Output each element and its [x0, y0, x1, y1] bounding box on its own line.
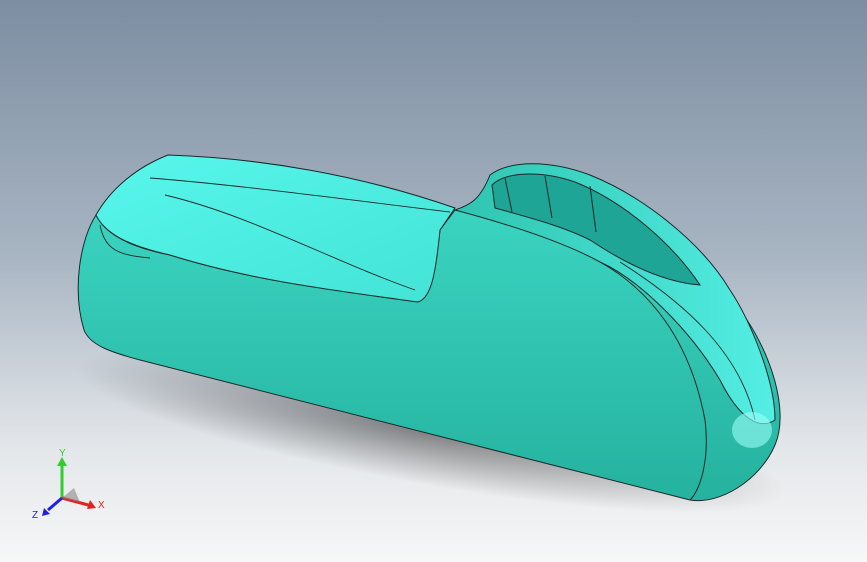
axis-triad: Y X Z [32, 448, 105, 521]
graphics-viewport[interactable]: Y X Z [0, 0, 867, 562]
z-axis-label: Z [32, 510, 38, 521]
y-axis-label: Y [59, 448, 66, 459]
z-axis-line [47, 496, 63, 512]
nose-highlight [732, 412, 772, 448]
3d-model-shell[interactable] [0, 0, 867, 562]
x-axis-label: X [98, 500, 105, 511]
